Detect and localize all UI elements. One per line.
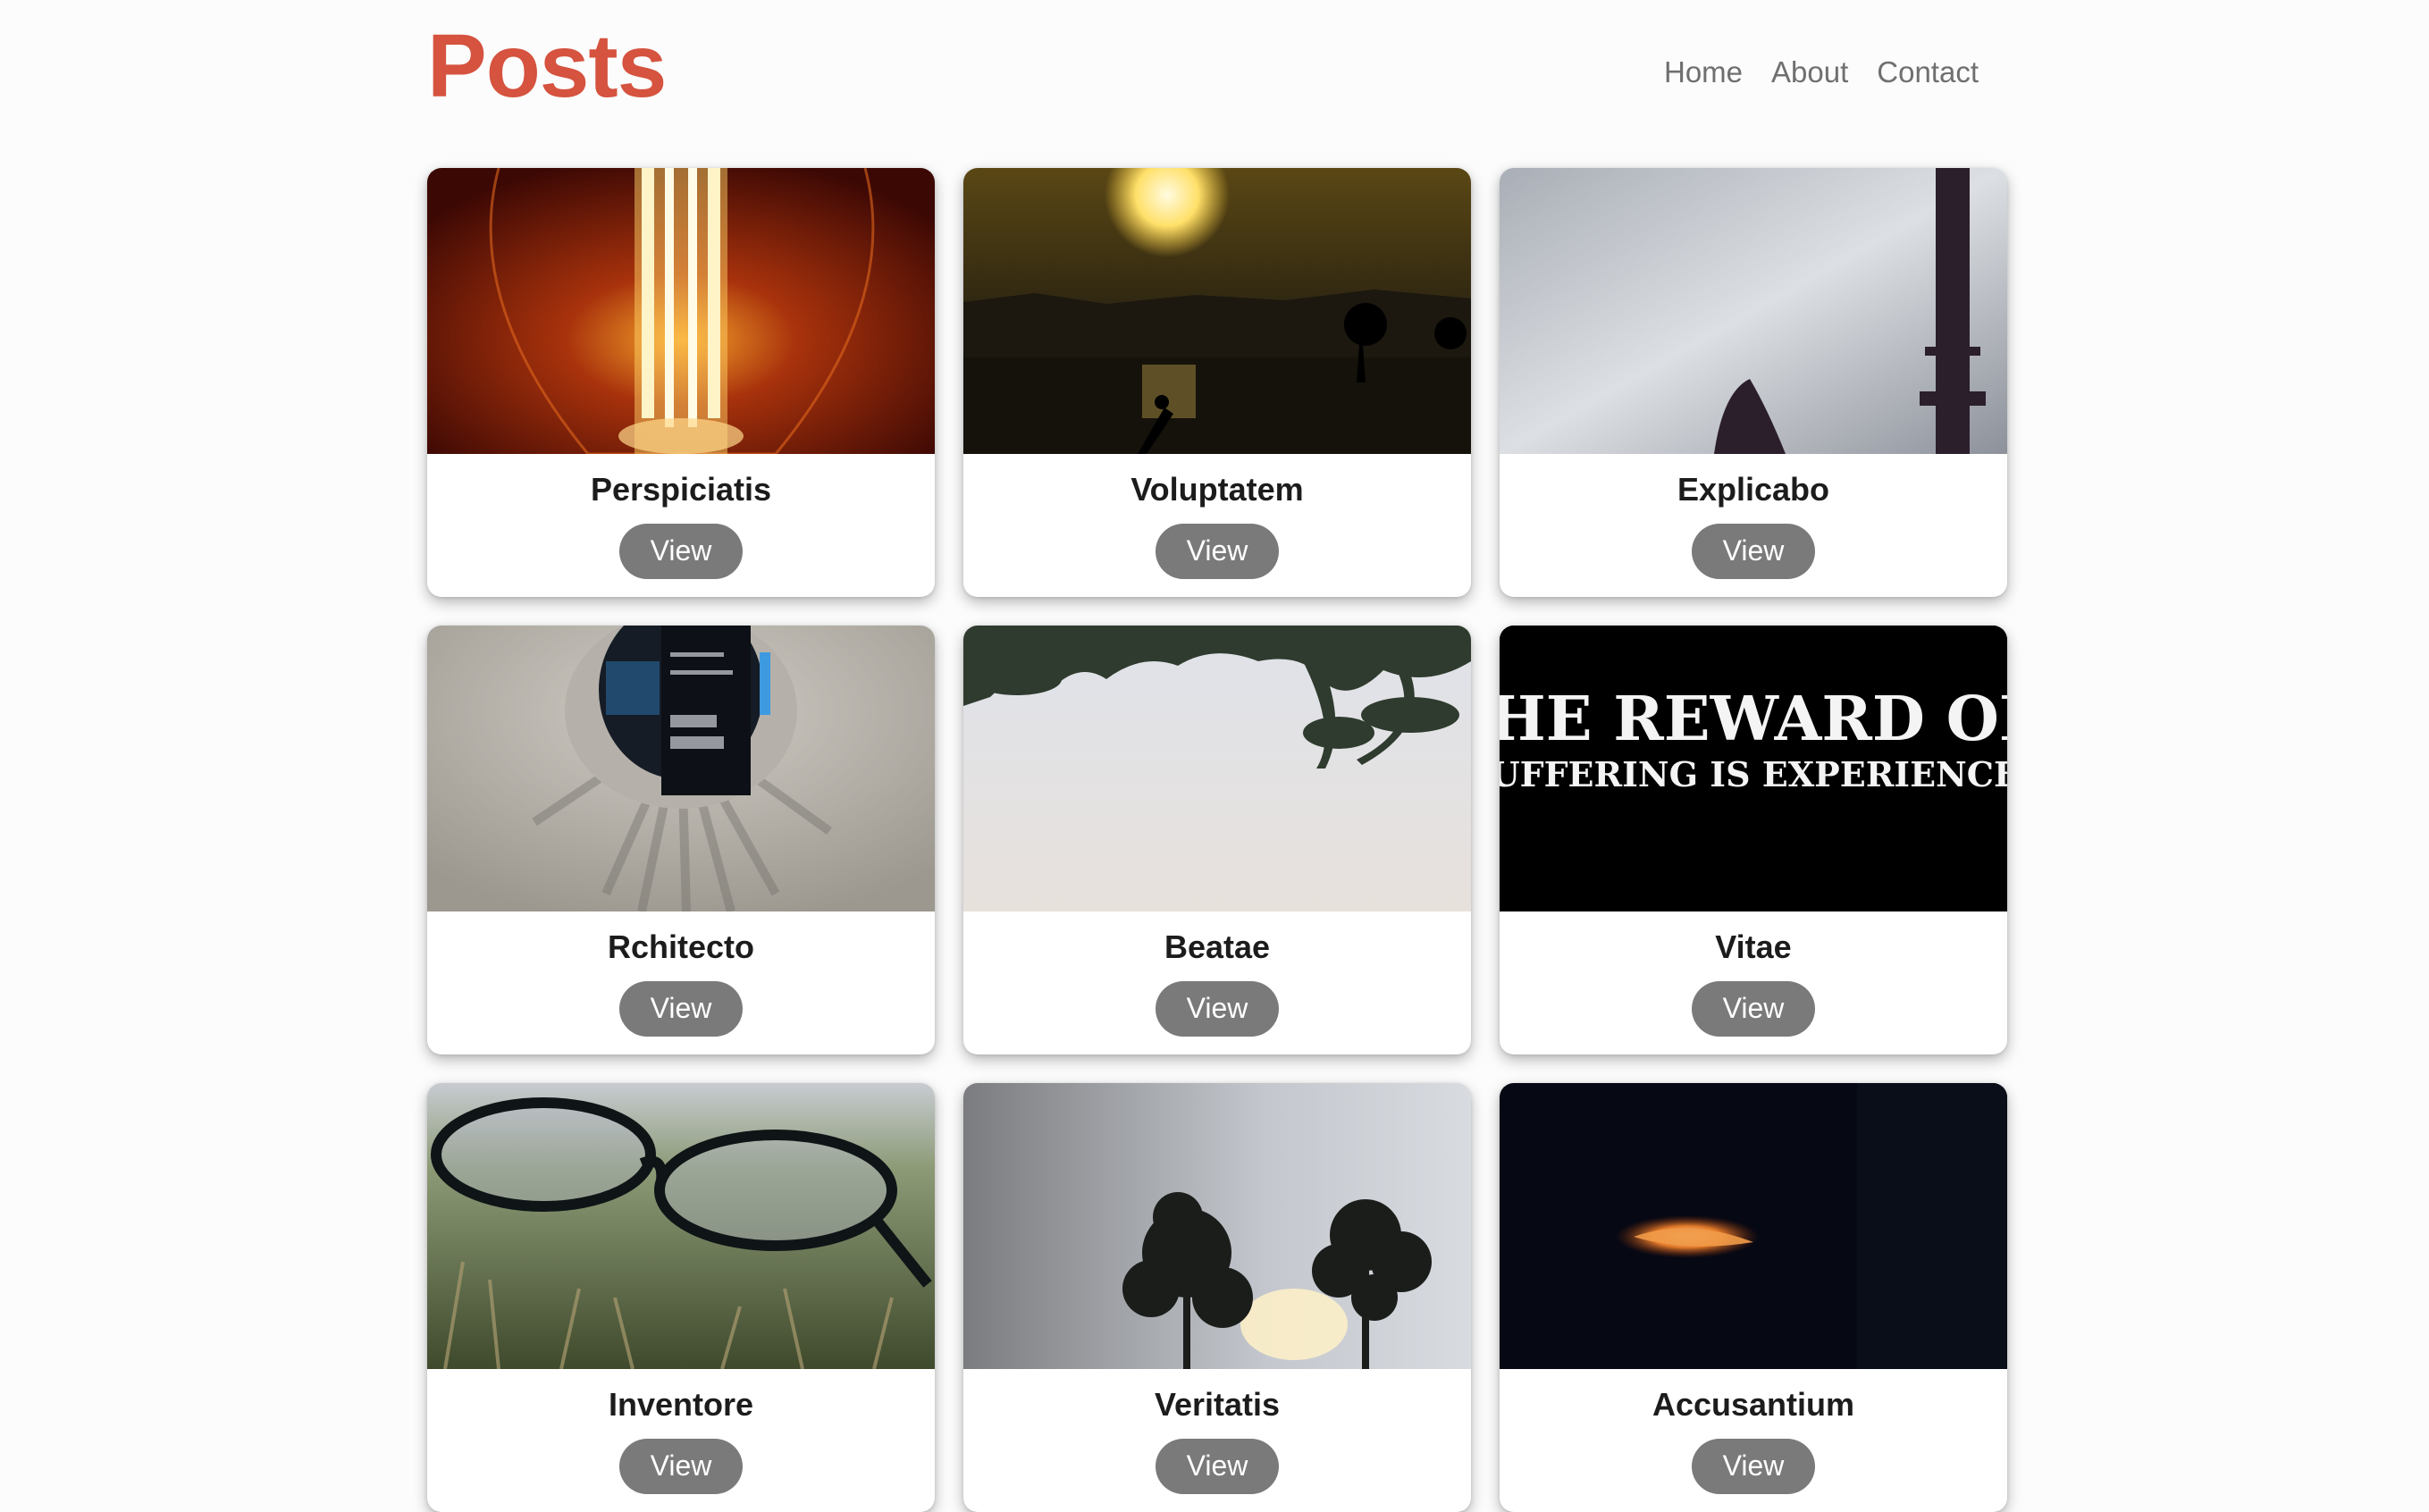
nav-home-link[interactable]: Home [1664,55,1743,89]
nav-about-link[interactable]: About [1771,55,1848,89]
post-title: Inventore [608,1386,754,1423]
post-image[interactable] [427,168,935,454]
post-image[interactable] [963,626,1471,911]
post-title: Beatae [1164,928,1271,965]
post-card: Voluptatem View [963,168,1471,597]
quote-line-1: THE REWARD OF [1500,684,2007,755]
post-title: Rchitecto [607,928,755,965]
post-card: Perspiciatis View [427,168,935,597]
main-nav: Home About Contact [1664,55,1979,89]
view-button[interactable]: View [1692,523,1815,579]
post-card: Veritatis View [963,1083,1471,1512]
post-card: Explicabo View [1500,168,2007,597]
post-image[interactable] [963,1083,1471,1369]
post-title: Vitae [1715,928,1792,965]
post-image[interactable] [427,1083,935,1369]
page-title: Posts [427,16,667,116]
post-card: Rchitecto View [427,626,935,1054]
post-card: Accusantium View [1500,1083,2007,1512]
post-title: Accusantium [1652,1386,1855,1423]
posts-grid: Perspiciatis View Voluptatem View Explic… [427,168,2007,1512]
post-title: Explicabo [1677,471,1830,508]
post-card: Beatae View [963,626,1471,1054]
view-button[interactable]: View [619,980,743,1037]
post-title: Voluptatem [1130,471,1304,508]
page: Posts Home About Contact Perspiciatis Vi… [0,0,2429,1512]
nav-contact-link[interactable]: Contact [1877,55,1979,89]
view-button[interactable]: View [1156,1438,1279,1494]
post-card: Inventore View [427,1083,935,1512]
post-image[interactable] [1500,1083,2007,1369]
post-title: Veritatis [1154,1386,1281,1423]
post-image[interactable] [963,168,1471,454]
post-image[interactable]: THE REWARD OF SUFFERING IS EXPERIENCE [1500,626,2007,911]
view-button[interactable]: View [1156,523,1279,579]
post-title: Perspiciatis [590,471,772,508]
view-button[interactable]: View [619,523,743,579]
quote-line-2: SUFFERING IS EXPERIENCE [1500,754,2007,794]
view-button[interactable]: View [1692,1438,1815,1494]
post-image[interactable] [1500,168,2007,454]
view-button[interactable]: View [1156,980,1279,1037]
post-card: THE REWARD OF SUFFERING IS EXPERIENCE Vi… [1500,626,2007,1054]
view-button[interactable]: View [1692,980,1815,1037]
post-image[interactable] [427,626,935,911]
site-header: Posts Home About Contact [427,13,1979,120]
view-button[interactable]: View [619,1438,743,1494]
